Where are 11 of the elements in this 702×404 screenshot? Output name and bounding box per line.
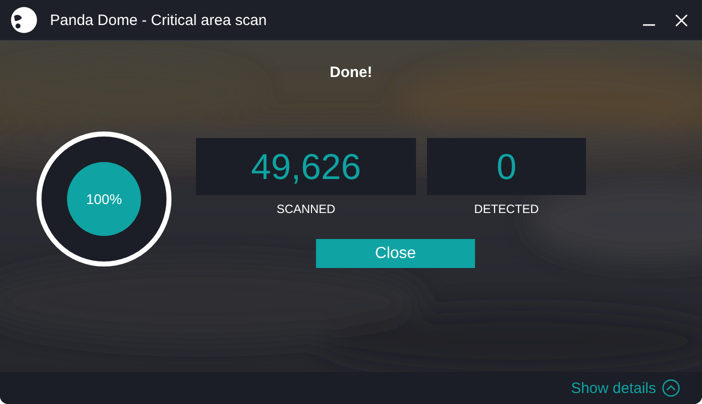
stat-label: SCANNED bbox=[276, 202, 336, 216]
chevron-up-icon[interactable] bbox=[662, 379, 680, 397]
close-button[interactable]: Close bbox=[316, 239, 475, 268]
logo-icon bbox=[10, 6, 38, 34]
show-details-link[interactable]: Show details bbox=[570, 380, 656, 396]
status-heading: Done! bbox=[330, 63, 372, 83]
window-title: Panda Dome - Critical area scan bbox=[50, 12, 268, 28]
stat-value: 49,626 bbox=[196, 138, 416, 195]
close-icon[interactable] bbox=[675, 14, 688, 26]
stat-value: 0 bbox=[427, 138, 586, 195]
stat-label: DETECTED bbox=[474, 202, 539, 216]
